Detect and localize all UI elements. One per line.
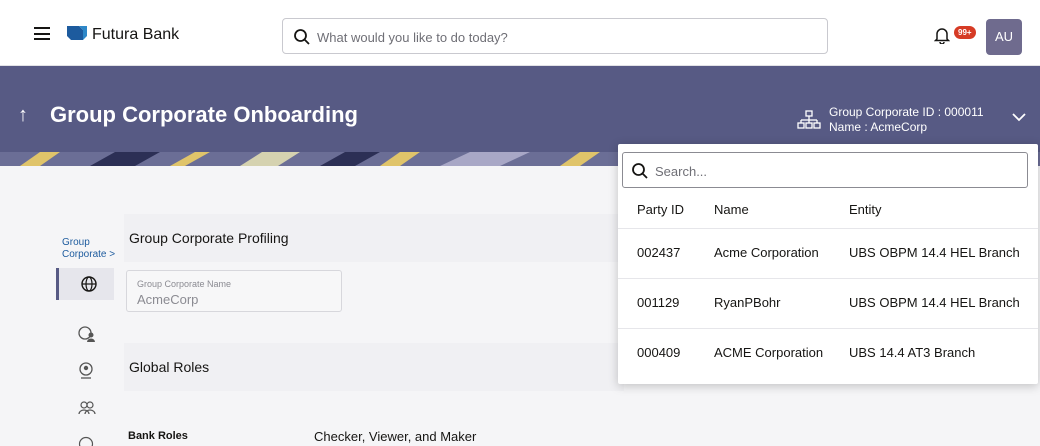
tab-globe[interactable] xyxy=(56,268,114,300)
group-corporate-id: Group Corporate ID : 000011 xyxy=(829,105,984,119)
party-id-cell: 002437 xyxy=(637,245,681,260)
dropdown-search-input[interactable]: Search... xyxy=(622,152,1028,188)
dropdown-search-placeholder: Search... xyxy=(655,164,708,179)
party-row[interactable]: 002437 Acme Corporation UBS OBPM 14.4 HE… xyxy=(618,228,1038,278)
field-label: Group Corporate Name xyxy=(137,279,232,289)
field-value: AcmeCorp xyxy=(137,292,199,307)
party-name-cell: Acme Corporation xyxy=(714,245,819,260)
search-icon xyxy=(294,29,310,45)
brand-name[interactable]: Futura Bank xyxy=(92,26,179,44)
section-global-roles: Global Roles xyxy=(124,343,624,391)
top-bar: Futura Bank What would you like to do to… xyxy=(0,0,1040,66)
party-entity-cell: UBS OBPM 14.4 HEL Branch xyxy=(849,245,1020,260)
section-title: Global Roles xyxy=(129,359,210,375)
party-entity-cell: UBS 14.4 AT3 Branch xyxy=(849,345,976,360)
breadcrumb[interactable]: Group Corporate > xyxy=(62,237,115,261)
notification-badge: 99+ xyxy=(954,26,976,39)
group-corporate-name: Name : AcmeCorp xyxy=(829,120,928,134)
group-corporate-name-field: Group Corporate Name AcmeCorp xyxy=(126,270,342,312)
breadcrumb-line2: Corporate > xyxy=(62,249,116,260)
breadcrumb-line1: Group xyxy=(62,237,90,248)
notification-bell-icon[interactable] xyxy=(934,26,950,44)
column-header-name: Name xyxy=(714,202,749,217)
globe-icon xyxy=(81,276,97,292)
chevron-down-icon[interactable] xyxy=(1012,112,1026,122)
tab-roles[interactable] xyxy=(56,354,114,386)
party-name-cell: RyanPBohr xyxy=(714,295,781,310)
party-id-cell: 000409 xyxy=(637,345,681,360)
tab-users[interactable] xyxy=(56,392,114,424)
group-corporate-switcher[interactable]: Group Corporate ID : 000011 Name : AcmeC… xyxy=(829,105,984,135)
user-avatar[interactable]: AU xyxy=(986,19,1022,55)
global-search-input[interactable]: What would you like to do today? xyxy=(282,18,828,54)
tab-global-users[interactable] xyxy=(56,318,114,350)
circle-icon xyxy=(78,436,94,446)
page-title: Group Corporate Onboarding xyxy=(50,102,358,127)
global-user-icon xyxy=(78,326,95,342)
user-role-icon xyxy=(79,362,93,379)
tab-more[interactable] xyxy=(56,428,114,446)
group-corporate-dropdown: Search... Party ID Name Entity 002437 Ac… xyxy=(618,144,1038,384)
back-arrow-icon[interactable]: ↑ xyxy=(18,104,28,127)
hierarchy-icon xyxy=(797,110,821,129)
section-title: Group Corporate Profiling xyxy=(129,230,289,246)
search-placeholder: What would you like to do today? xyxy=(317,30,508,45)
party-row[interactable]: 000409 ACME Corporation UBS 14.4 AT3 Bra… xyxy=(618,328,1038,378)
bank-roles-value: Checker, Viewer, and Maker xyxy=(314,429,477,444)
party-row[interactable]: 001129 RyanPBohr UBS OBPM 14.4 HEL Branc… xyxy=(618,278,1038,328)
column-header-entity: Entity xyxy=(849,202,882,217)
search-icon xyxy=(632,163,648,179)
bank-logo-icon xyxy=(67,26,87,40)
party-name-cell: ACME Corporation xyxy=(714,345,824,360)
party-id-cell: 001129 xyxy=(637,295,680,310)
users-group-icon xyxy=(78,401,96,415)
column-header-party-id: Party ID xyxy=(637,202,684,217)
party-entity-cell: UBS OBPM 14.4 HEL Branch xyxy=(849,295,1020,310)
bank-roles-label: Bank Roles xyxy=(128,430,188,442)
hamburger-menu-icon[interactable] xyxy=(34,27,50,40)
section-group-corporate-profiling: Group Corporate Profiling xyxy=(124,214,624,262)
